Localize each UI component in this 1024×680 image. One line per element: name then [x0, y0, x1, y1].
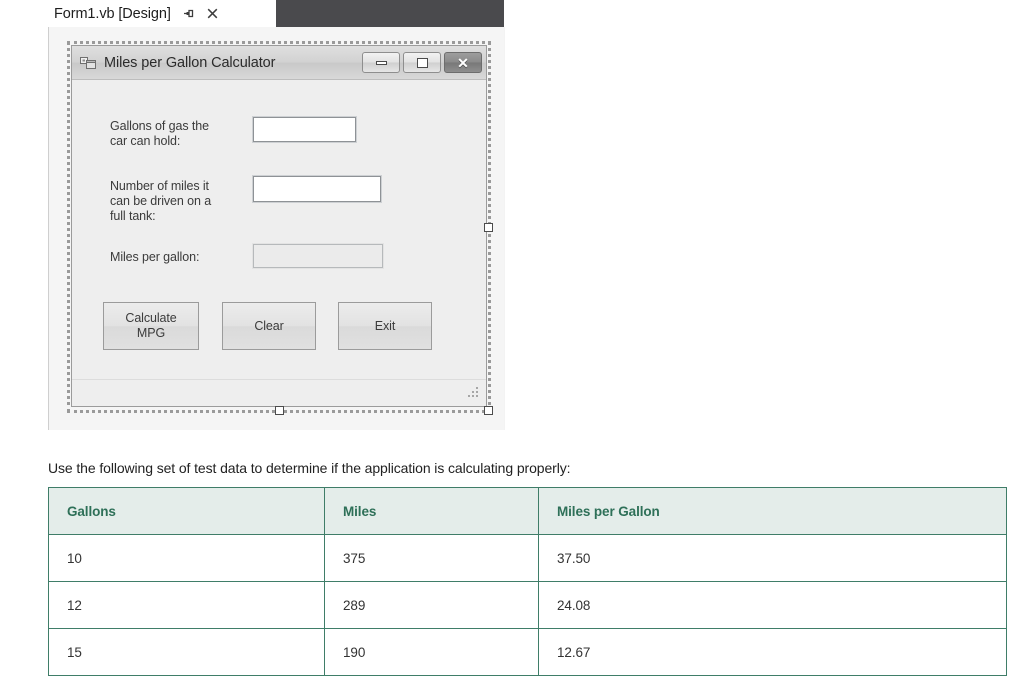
cell-mpg: 12.67 [538, 628, 1007, 676]
column-header-miles-per-gallon: Miles per Gallon [538, 487, 1007, 535]
table-header-row: Gallons Miles Miles per Gallon [48, 487, 1007, 535]
resize-grip-icon [467, 386, 480, 399]
cell-gallons: 10 [48, 534, 325, 582]
vb-form-icon [80, 55, 97, 71]
window-controls: ✕ [362, 52, 482, 73]
form-designer-canvas[interactable]: Miles per Gallon Calculator ✕ Gallons of… [48, 27, 505, 430]
form-title-bar: Miles per Gallon Calculator ✕ [72, 46, 486, 80]
tab-form1-design[interactable]: Form1.vb [Design] [48, 0, 276, 27]
column-header-miles: Miles [324, 487, 539, 535]
calculate-mpg-button[interactable]: Calculate MPG [103, 302, 199, 350]
minimize-icon [375, 60, 387, 65]
output-miles-per-gallon [253, 244, 383, 268]
cell-mpg: 37.50 [538, 534, 1007, 582]
cell-mpg: 24.08 [538, 581, 1007, 629]
resize-handle-bottom-middle[interactable] [274, 406, 284, 415]
resize-handle-middle-right[interactable] [484, 222, 493, 232]
cell-miles: 289 [324, 581, 539, 629]
test-data-table: Gallons Miles Miles per Gallon 10 375 37… [48, 487, 1007, 676]
cell-miles: 375 [324, 534, 539, 582]
label-gallons: Gallons of gas the car can hold: [110, 119, 209, 148]
input-gallons[interactable] [253, 117, 356, 142]
editor-tab-strip: Form1.vb [Design] [48, 0, 504, 27]
label-miles: Number of miles it can be driven on a full… [110, 179, 212, 223]
clear-button[interactable]: Clear [222, 302, 316, 350]
label-miles-per-gallon: Miles per gallon: [110, 250, 200, 264]
minimize-button[interactable] [362, 52, 400, 73]
document-content: Use the following set of test data to de… [48, 460, 1007, 676]
instructions-text: Use the following set of test data to de… [48, 460, 571, 476]
ide-document-region: Form1.vb [Design] Miles per Gallon Calcu… [48, 0, 505, 430]
table-row: 12 289 24.08 [48, 581, 1007, 629]
tab-label: Form1.vb [Design] [54, 5, 171, 22]
cell-gallons: 15 [48, 628, 325, 676]
designer-surface: Miles per Gallon Calculator ✕ Gallons of… [49, 27, 504, 430]
close-icon: ✕ [457, 54, 469, 71]
exit-button[interactable]: Exit [338, 302, 432, 350]
maximize-icon [416, 57, 428, 68]
resize-handle-bottom-right[interactable] [484, 406, 493, 415]
miles-per-gallon-form[interactable]: Miles per Gallon Calculator ✕ Gallons of… [71, 45, 487, 407]
pin-icon[interactable] [181, 6, 196, 21]
close-icon[interactable] [205, 6, 220, 21]
input-miles[interactable] [253, 176, 381, 202]
table-row: 15 190 12.67 [48, 628, 1007, 676]
cell-gallons: 12 [48, 581, 325, 629]
form-status-strip [72, 379, 486, 406]
column-header-gallons: Gallons [48, 487, 325, 535]
form-title: Miles per Gallon Calculator [104, 54, 276, 71]
cell-miles: 190 [324, 628, 539, 676]
table-row: 10 375 37.50 [48, 534, 1007, 582]
maximize-button[interactable] [403, 52, 441, 73]
close-button[interactable]: ✕ [444, 52, 482, 73]
form-body: Gallons of gas the car can hold: Number o… [72, 80, 486, 406]
